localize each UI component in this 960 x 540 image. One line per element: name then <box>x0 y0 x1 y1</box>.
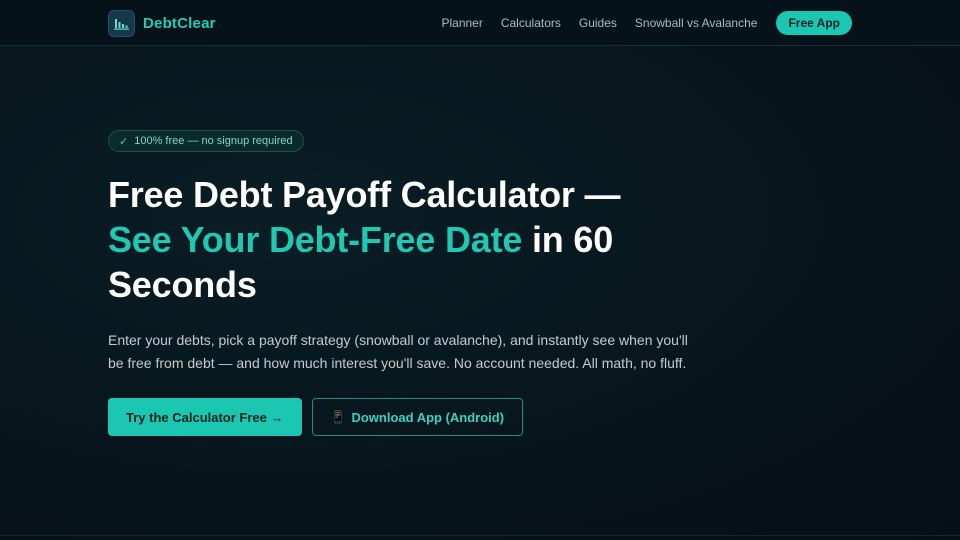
hero-title-part1: Free Debt Payoff Calculator — <box>108 174 621 215</box>
top-navbar: DebtClear Planner Calculators Guides Sno… <box>0 0 960 46</box>
hero-title-accent: See Your Debt-Free Date <box>108 219 523 260</box>
try-calculator-button[interactable]: Try the Calculator Free → <box>108 398 302 436</box>
brand-logo[interactable]: DebtClear <box>108 9 216 37</box>
brand-name: DebtClear <box>143 14 216 32</box>
download-app-label: Download App (Android) <box>351 409 505 425</box>
download-app-button[interactable]: 📱 Download App (Android) <box>311 398 524 436</box>
hero-description: Enter your debts, pick a payoff strategy… <box>108 332 688 371</box>
bar-chart-icon <box>108 9 135 37</box>
check-icon: ✓ <box>119 135 129 148</box>
nav-link-calculators[interactable]: Calculators <box>501 16 561 30</box>
section-divider <box>0 535 960 536</box>
badge-text: 100% free — no signup required <box>134 135 293 147</box>
nav-link-planner[interactable]: Planner <box>441 16 482 30</box>
phone-icon: 📱 <box>330 410 346 424</box>
nav-links: Planner Calculators Guides Snowball vs A… <box>441 10 852 35</box>
nav-link-snowball-vs-avalanche[interactable]: Snowball vs Avalanche <box>635 16 758 30</box>
free-app-button[interactable]: Free App <box>776 10 852 35</box>
hero-title: Free Debt Payoff Calculator — See Your D… <box>108 172 668 307</box>
hero-section: ✓ 100% free — no signup required Free De… <box>108 130 708 436</box>
free-badge: ✓ 100% free — no signup required <box>108 130 304 152</box>
nav-link-guides[interactable]: Guides <box>579 16 617 30</box>
hero-cta-group: Try the Calculator Free → 📱 Download App… <box>108 398 708 436</box>
